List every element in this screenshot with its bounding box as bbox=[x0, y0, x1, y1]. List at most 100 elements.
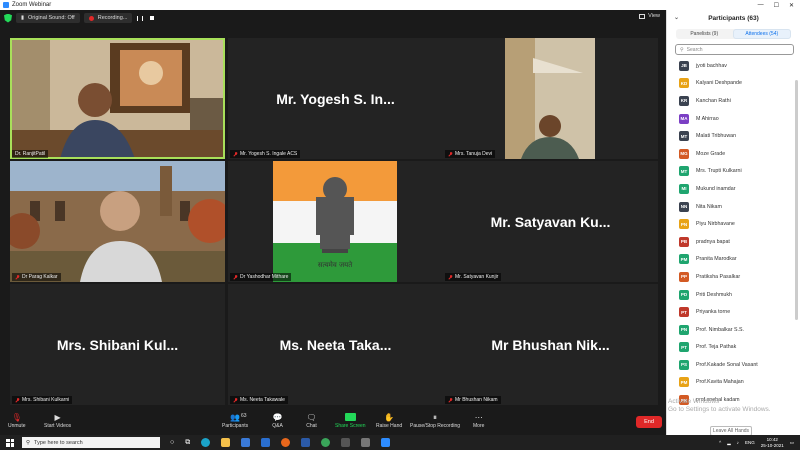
participant-name: Mr. Yogesh S. Ingale ACS bbox=[240, 151, 298, 157]
video-tile-1[interactable]: Dr. RanjitPatil bbox=[10, 38, 225, 159]
clock-date: 25-10-2021 bbox=[760, 442, 784, 448]
mic-muted-icon bbox=[448, 274, 453, 280]
video-tile-6[interactable]: Mr. Satyavan Ku... Mr. Satyavan Kunjir bbox=[443, 161, 658, 282]
cortana-icon[interactable]: ○ bbox=[170, 439, 174, 446]
participant-list-item[interactable]: PB pradnya bapat bbox=[667, 233, 800, 251]
unmute-button[interactable]: 🎙 Unmute bbox=[8, 412, 26, 429]
zoom-taskbar-icon[interactable] bbox=[381, 438, 391, 447]
participant-list-item[interactable]: KR Kanchan Rathi bbox=[667, 92, 800, 110]
participant-list-item[interactable]: PD Priti Deshmukh bbox=[667, 286, 800, 304]
participant-list-item[interactable]: MG Moze Grade bbox=[667, 145, 800, 163]
close-icon[interactable]: ✕ bbox=[789, 2, 794, 9]
participant-list-name: Malati Tribhuwan bbox=[696, 133, 737, 140]
participant-search-input[interactable]: ⚲ Search bbox=[675, 44, 794, 55]
participant-list-scrollbar[interactable] bbox=[795, 80, 798, 320]
chat-button[interactable]: 🗨 Chat bbox=[306, 412, 317, 429]
video-tile-9[interactable]: Mr Bhushan Nik... Mr Bhushan Nikam bbox=[443, 284, 658, 405]
mic-muted-icon bbox=[233, 274, 238, 280]
video-tile-2[interactable]: Mr. Yogesh S. In... Mr. Yogesh S. Ingale… bbox=[228, 38, 443, 159]
collapse-chevron-icon[interactable]: ⌄ bbox=[674, 14, 679, 21]
activate-windows-title: Activate Windows bbox=[668, 398, 720, 405]
video-tile-8[interactable]: Ms. Neeta Taka... Ms. Neeta Takawale bbox=[228, 284, 443, 405]
qa-button[interactable]: 💬 Q&A bbox=[272, 412, 283, 429]
tile-caption: Ms. Neeta Takawale bbox=[230, 396, 288, 404]
search-placeholder: Search bbox=[686, 46, 703, 53]
start-video-button[interactable]: ▶ Start Videos bbox=[44, 412, 71, 429]
stop-recording-icon[interactable] bbox=[148, 14, 156, 22]
video-tile-4[interactable]: Dr Parag Kalkar bbox=[10, 161, 225, 282]
pause-stop-icon: ⏸ bbox=[433, 412, 438, 422]
meeting-controls: 🎙 Unmute ▶ Start Videos 👥 Participants 6… bbox=[0, 410, 666, 435]
participant-list-item[interactable]: PP Pratiksha Pasalkar bbox=[667, 268, 800, 286]
participant-list-item[interactable]: PT Prof. Teja Pathak bbox=[667, 339, 800, 357]
participant-list-item[interactable]: NN Nita Nikam bbox=[667, 198, 800, 216]
participants-icon: 👥 bbox=[230, 413, 241, 422]
participant-list: JB jyoti bachhav KD Kalyani Deshpande KR Kanc… bbox=[667, 57, 800, 409]
mic-muted-icon: 🎙 bbox=[11, 413, 22, 422]
task-view-icon[interactable]: ⧉ bbox=[185, 439, 190, 447]
tile-display-name: Ms. Neeta Taka... bbox=[279, 336, 392, 353]
recording-dot-icon bbox=[88, 15, 94, 21]
participant-name: Dr Parag Kalkar bbox=[22, 274, 58, 280]
end-button[interactable]: End bbox=[636, 416, 662, 428]
photos-icon[interactable] bbox=[361, 438, 371, 447]
tray-overflow-icon[interactable]: ^ bbox=[719, 440, 721, 445]
share-screen-button[interactable]: Share Screen bbox=[335, 412, 366, 429]
video-tile-3[interactable]: Mrs. Tanuja Devi bbox=[443, 38, 658, 159]
participant-list-item[interactable]: PN Prof. Nimbalkar S.S. bbox=[667, 321, 800, 339]
tile-display-name: Mr Bhushan Nik... bbox=[491, 336, 610, 353]
language-indicator[interactable]: ENG bbox=[745, 440, 755, 445]
participant-list-item[interactable]: PS Prof.Kakade Sonal Vasant bbox=[667, 356, 800, 374]
participant-list-item[interactable]: PM Pranita Marodkar bbox=[667, 251, 800, 269]
mic-muted-icon bbox=[15, 397, 20, 403]
firefox-icon[interactable] bbox=[281, 438, 291, 447]
participant-list-name: Prof.Kakade Sonal Vasant bbox=[696, 361, 758, 368]
more-button[interactable]: ⋯ More bbox=[473, 412, 484, 429]
participant-list-item[interactable]: PN Piyu Nirbhavane bbox=[667, 215, 800, 233]
original-sound-toggle[interactable]: ▮ Original Sound: Off bbox=[16, 13, 80, 23]
taskbar-clock[interactable]: 10:42 25-10-2021 bbox=[761, 437, 784, 448]
avatar: PN bbox=[679, 324, 689, 335]
chrome-icon[interactable] bbox=[321, 438, 331, 447]
participant-list-item[interactable]: PM Prof.Kavita Mahajan bbox=[667, 374, 800, 392]
video-tile-5[interactable]: सत्यमेव जयते Dr Yashodhar Mithare bbox=[228, 161, 443, 282]
avatar: PT bbox=[679, 307, 689, 318]
security-shield-icon[interactable] bbox=[4, 13, 12, 23]
tab-attendees[interactable]: Attendees (54) bbox=[732, 29, 791, 39]
taskbar-apps: ○ ⧉ bbox=[170, 438, 391, 447]
participant-video-5: सत्यमेव जयते bbox=[228, 161, 443, 282]
participant-list-name: pradnya bapat bbox=[696, 238, 730, 245]
view-button[interactable]: View bbox=[639, 13, 660, 19]
file-explorer-icon[interactable] bbox=[221, 438, 231, 447]
pause-stop-recording-button[interactable]: ⏸ Pause/Stop Recording bbox=[410, 412, 460, 430]
media-icon[interactable] bbox=[341, 438, 351, 447]
emblem-motto: सत्यमेव जयते bbox=[318, 260, 353, 269]
tab-panelists[interactable]: Panelists (9) bbox=[676, 29, 733, 39]
participant-list-item[interactable]: MA M Ahirrao bbox=[667, 110, 800, 128]
minimize-icon[interactable]: — bbox=[758, 2, 764, 9]
share-screen-icon bbox=[344, 413, 356, 421]
store-icon[interactable] bbox=[241, 438, 251, 447]
participant-list-item[interactable]: MT Mrs. Trupti Kulkarni bbox=[667, 163, 800, 181]
maximize-icon[interactable]: ☐ bbox=[774, 2, 779, 9]
participant-list-item[interactable]: JB jyoti bachhav bbox=[667, 57, 800, 75]
participant-list-item[interactable]: MT Malati Tribhuwan bbox=[667, 127, 800, 145]
participant-list-item[interactable]: MI Mukund inamdar bbox=[667, 180, 800, 198]
taskbar-search-input[interactable]: ⚲ Type here to search bbox=[22, 437, 160, 448]
participant-list-item[interactable]: KD Kalyani Deshpande bbox=[667, 75, 800, 93]
pause-recording-icon[interactable] bbox=[136, 14, 144, 22]
video-off-icon: ▶ bbox=[54, 413, 61, 422]
participant-list-item[interactable]: PT Priyanka torne bbox=[667, 303, 800, 321]
participant-list-name: Piyu Nirbhavane bbox=[696, 221, 735, 228]
notifications-icon[interactable]: ▭ bbox=[790, 440, 794, 446]
video-tile-7[interactable]: Mrs. Shibani Kul... Mrs. Shibani Kulkarn… bbox=[10, 284, 225, 405]
windows-start-icon[interactable] bbox=[6, 438, 14, 447]
participant-name: Mrs. Shibani Kulkarni bbox=[22, 397, 70, 403]
raise-hand-button[interactable]: ✋ Raise Hand bbox=[376, 412, 402, 429]
mail-icon[interactable] bbox=[261, 438, 271, 447]
word-icon[interactable] bbox=[301, 438, 311, 447]
network-icon[interactable]: ▂ bbox=[727, 440, 730, 446]
volume-icon[interactable]: ♪ bbox=[737, 440, 739, 445]
edge-icon[interactable] bbox=[201, 438, 211, 447]
window-title: Zoom Webinar bbox=[12, 2, 52, 8]
